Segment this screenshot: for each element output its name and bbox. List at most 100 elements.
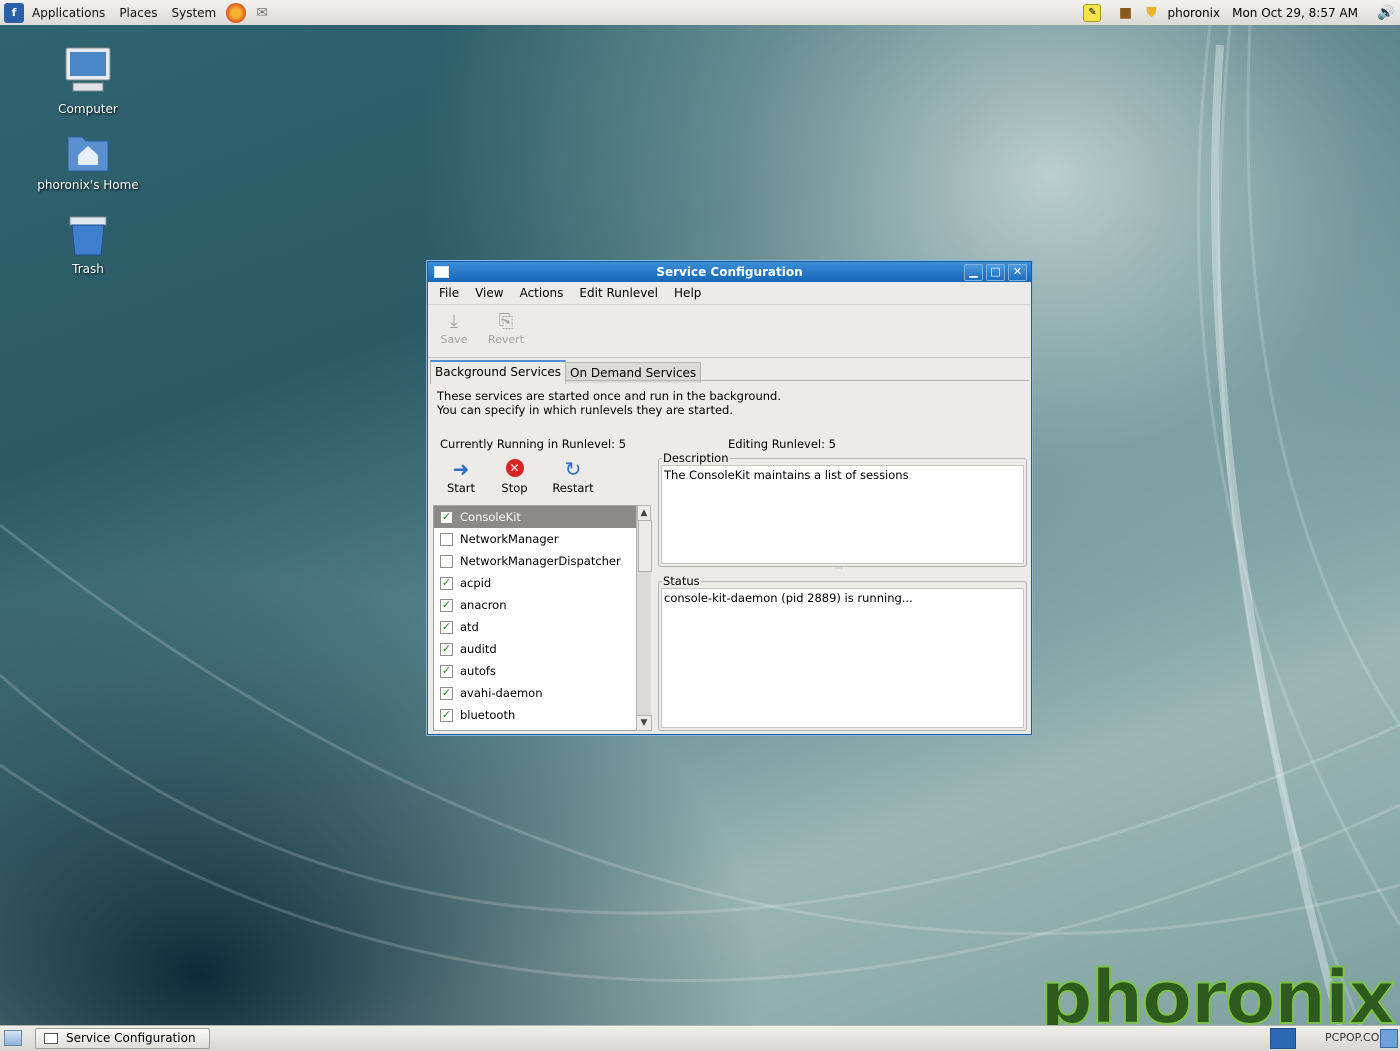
status-frame: Status console-kit-daemon (pid 2889) is … (658, 574, 1027, 731)
workspace-switcher[interactable] (1270, 1028, 1296, 1049)
bottom-panel: Service Configuration PCPOP.COM (0, 1025, 1400, 1051)
scroll-down-arrow-icon[interactable]: ▼ (636, 715, 652, 731)
service-name: anacron (460, 598, 507, 612)
update-shield-icon[interactable]: ⛊ (1141, 3, 1161, 23)
service-name: autofs (460, 664, 496, 678)
revert-icon: ⎘ (498, 311, 514, 332)
stop-button[interactable]: ✕ Stop (488, 459, 541, 495)
list-item[interactable]: ✓ acpid (434, 572, 650, 594)
service-checkbox[interactable]: ✓ (440, 686, 453, 700)
volume-icon[interactable]: 🔊 (1376, 3, 1396, 23)
window-titlebar[interactable]: Service Configuration ▁ □ ✕ (428, 262, 1031, 282)
system-menu[interactable]: System (169, 4, 218, 22)
scrollbar-thumb[interactable] (638, 520, 652, 572)
service-checkbox[interactable]: ✓ (440, 708, 453, 722)
window-title: Service Configuration (656, 265, 803, 279)
description-label: Description (662, 451, 730, 465)
save-label: Save (440, 333, 468, 346)
trash-applet-icon[interactable] (1380, 1029, 1398, 1048)
desktop-icon-computer[interactable]: Computer (13, 45, 163, 116)
firefox-icon[interactable] (226, 2, 247, 23)
tab-background-services[interactable]: Background Services (430, 360, 567, 384)
description-frame: Description The ConsoleKit maintains a l… (658, 451, 1027, 567)
info-text: These services are started once and run … (437, 389, 781, 417)
service-name: acpid (460, 576, 492, 590)
maximize-button[interactable]: □ (986, 264, 1005, 281)
save-button[interactable]: ⤓ Save (428, 305, 480, 357)
desktop-icon-label: phoronix's Home (37, 178, 139, 192)
list-item[interactable]: ✓ ConsoleKit (434, 506, 650, 528)
menu-actions[interactable]: Actions (520, 286, 564, 300)
desktop-icon-label: Computer (58, 102, 118, 116)
show-desktop-icon[interactable] (4, 1030, 22, 1046)
places-menu[interactable]: Places (117, 4, 159, 22)
service-name: ConsoleKit (460, 510, 521, 524)
panel-username[interactable]: phoronix (1167, 6, 1220, 20)
close-button[interactable]: ✕ (1008, 264, 1027, 281)
list-item[interactable]: ✓ auditd (434, 638, 650, 660)
editing-runlevel-label: Editing Runlevel: 5 (728, 437, 836, 451)
applications-menu[interactable]: Applications (30, 4, 107, 22)
running-runlevel-label: Currently Running in Runlevel: 5 (440, 437, 627, 451)
description-text: The ConsoleKit maintains a list of sessi… (661, 465, 1024, 564)
trash-icon (69, 216, 107, 256)
taskbar-service-configuration[interactable]: Service Configuration (35, 1028, 210, 1049)
list-item[interactable]: ✓ bluetooth (434, 704, 650, 726)
service-name: auditd (460, 642, 497, 656)
minimize-button[interactable]: ▁ (964, 264, 983, 281)
package-icon[interactable]: ■ (1115, 3, 1135, 23)
revert-label: Revert (487, 333, 525, 346)
start-button[interactable]: ➜ Start (434, 459, 488, 495)
service-configuration-window: Service Configuration ▁ □ ✕ File View Ac… (427, 261, 1032, 735)
service-checkbox[interactable]: ✓ (440, 598, 453, 612)
menu-help[interactable]: Help (674, 286, 701, 300)
main-menu-icon[interactable]: f (4, 2, 24, 23)
panel-clock[interactable]: Mon Oct 29, 8:57 AM (1232, 6, 1358, 20)
service-name: avahi-daemon (460, 686, 543, 700)
service-checkbox[interactable]: ✓ (440, 510, 453, 524)
list-item[interactable]: NetworkManager (434, 528, 650, 550)
service-checkbox[interactable]: ✓ (440, 664, 453, 678)
service-checkbox[interactable] (440, 532, 453, 546)
phoronix-watermark: phoronix (1039, 954, 1397, 1025)
desktop-icon-home[interactable]: phoronix's Home (13, 131, 163, 192)
revert-button[interactable]: ⎘ Revert (480, 305, 532, 357)
list-item[interactable]: ✓ autofs (434, 660, 650, 682)
window-menubar: File View Actions Edit Runlevel Help (428, 282, 1031, 305)
list-item[interactable]: NetworkManagerDispatcher (434, 550, 650, 572)
service-checkbox[interactable]: ✓ (440, 642, 453, 656)
list-item[interactable]: ✓ atd (434, 616, 650, 638)
desktop-icon-label: Trash (72, 262, 104, 276)
service-action-buttons: ➜ Start ✕ Stop ↻ Restart (434, 459, 605, 495)
service-name: NetworkManagerDispatcher (460, 554, 621, 568)
service-checkbox[interactable] (440, 554, 453, 568)
service-checkbox[interactable]: ✓ (440, 620, 453, 634)
service-name: bluetooth (460, 708, 516, 722)
window-toolbar: ⤓ Save ⎘ Revert (428, 305, 1031, 358)
status-text: console-kit-daemon (pid 2889) is running… (661, 588, 1024, 728)
computer-icon (65, 47, 111, 92)
scroll-up-arrow-icon[interactable]: ▲ (637, 505, 651, 521)
service-name: atd (460, 620, 479, 634)
top-panel: f Applications Places System ✉ ✎ ■ ⛊ pho… (0, 0, 1400, 26)
menu-edit-runlevel[interactable]: Edit Runlevel (579, 286, 658, 300)
service-checkbox[interactable]: ✓ (440, 576, 453, 590)
restart-button[interactable]: ↻ Restart (541, 459, 605, 495)
pane-resize-handle[interactable]: ··· (835, 565, 847, 573)
desktop-icon-trash[interactable]: Trash (13, 209, 163, 276)
menu-view[interactable]: View (475, 286, 503, 300)
taskbar-label: Service Configuration (66, 1031, 196, 1045)
save-icon: ⤓ (450, 311, 458, 332)
list-item[interactable]: ✓ anacron (434, 594, 650, 616)
email-icon[interactable]: ✉ (252, 3, 272, 23)
services-scrollbar[interactable]: ▲ ▼ (636, 505, 652, 731)
menu-file[interactable]: File (439, 286, 459, 300)
service-tabs: Background Services On Demand Services (428, 358, 1031, 384)
restart-label: Restart (552, 481, 594, 495)
status-label: Status (662, 574, 701, 588)
services-list: ✓ ConsoleKit NetworkManager NetworkManage… (433, 505, 651, 731)
list-item[interactable]: ✓ avahi-daemon (434, 682, 650, 704)
taskbar-window-icon (44, 1033, 58, 1044)
notes-icon[interactable]: ✎ (1083, 3, 1102, 22)
service-name: NetworkManager (460, 532, 559, 546)
